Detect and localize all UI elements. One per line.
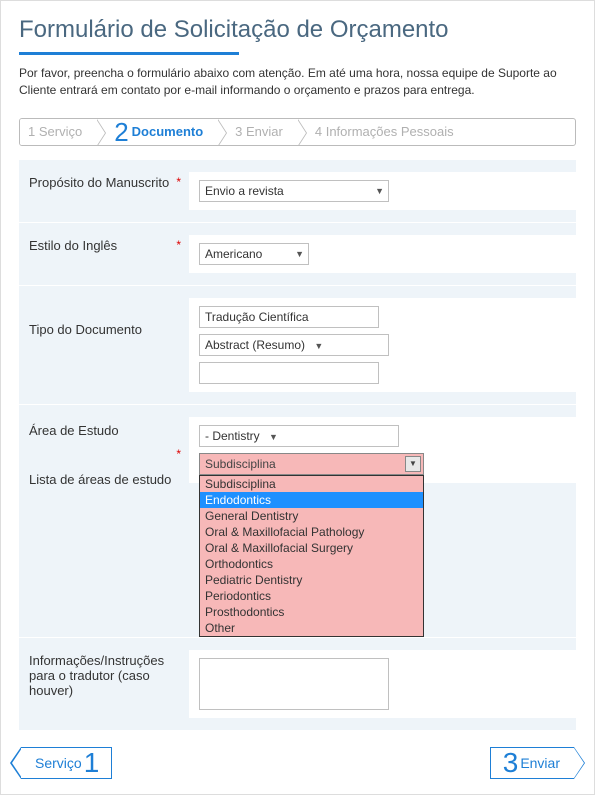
label-instructions-text: Informações/Instruções para o tradutor (… [29,653,164,698]
next-label: Enviar [520,755,560,771]
study-area-select[interactable]: - Dentistry ▼ [199,425,399,447]
chevron-down-icon: ▼ [269,432,278,442]
step-4-label: 4 Informações Pessoais [315,124,454,139]
doc-type-select-value: Abstract (Resumo) [205,338,305,352]
subdiscipline-option[interactable]: Prosthodontics [200,604,423,620]
chevron-down-icon: ▼ [314,341,323,351]
title-underline [19,52,239,55]
row-doc-type: Tipo do Documento Abstract (Resumo) ▼ [19,286,576,405]
required-icon: * [176,238,181,252]
purpose-value: Envio a revista [205,184,284,198]
required-icon: * [176,447,181,461]
subdiscipline-select[interactable]: Subdisciplina ▼ SubdisciplinaEndodontics… [199,453,424,475]
instructions-textarea[interactable] [199,658,389,710]
next-number: 3 [503,749,519,777]
prev-button[interactable]: Serviço 1 [21,747,112,779]
next-button[interactable]: 3 Enviar [490,747,574,779]
intro-text: Por favor, preencha o formulário abaixo … [19,65,576,100]
subdiscipline-option[interactable]: Periodontics [200,588,423,604]
form-body: Propósito do Manuscrito * Envio a revist… [19,160,576,731]
subdiscipline-option[interactable]: Oral & Maxillofacial Surgery [200,540,423,556]
label-study-area: Área de Estudo * Lista de áreas de estud… [19,417,189,487]
row-instructions: Informações/Instruções para o tradutor (… [19,638,576,731]
step-3[interactable]: 3 Enviar [217,119,297,145]
step-1[interactable]: 1 Serviço [20,119,96,145]
label-doc-type: Tipo do Documento [19,298,189,337]
step-2-number: 2 [114,119,128,145]
label-purpose-text: Propósito do Manuscrito [29,175,169,190]
english-style-select[interactable]: Americano ▼ [199,243,309,265]
prev-number: 1 [84,749,100,777]
step-2[interactable]: 2 Documento [96,119,217,145]
doc-type-extra-input[interactable] [199,362,379,384]
label-english-style-text: Estilo do Inglês [29,238,117,253]
doc-type-text-input[interactable] [199,306,379,328]
page-title: Formulário de Solicitação de Orçamento [19,16,576,44]
step-indicator: 1 Serviço 2 Documento 3 Enviar 4 Informa… [19,118,576,146]
subdiscipline-option[interactable]: General Dentistry [200,508,423,524]
subdiscipline-selected: Subdisciplina [205,457,276,471]
row-english-style: Estilo do Inglês * Americano ▼ [19,223,576,286]
step-4[interactable]: 4 Informações Pessoais [297,119,468,145]
prev-label: Serviço [35,755,82,771]
required-icon: * [176,175,181,189]
label-purpose: Propósito do Manuscrito * [19,172,189,190]
label-doc-type-text: Tipo do Documento [29,322,142,337]
chevron-down-icon: ▼ [295,249,304,259]
subdiscipline-option[interactable]: Oral & Maxillofacial Pathology [200,524,423,540]
subdiscipline-option[interactable]: Orthodontics [200,556,423,572]
label-study-list: Lista de áreas de estudo [29,472,189,487]
chevron-down-icon: ▼ [375,186,384,196]
subdiscipline-option[interactable]: Pediatric Dentistry [200,572,423,588]
chevron-down-icon[interactable]: ▼ [405,456,421,472]
step-3-label: 3 Enviar [235,124,283,139]
step-1-label: 1 Serviço [28,124,82,139]
study-area-value: - Dentistry [205,429,260,443]
english-style-value: Americano [205,247,262,261]
row-study-area: Área de Estudo * Lista de áreas de estud… [19,405,576,638]
row-purpose: Propósito do Manuscrito * Envio a revist… [19,160,576,223]
purpose-select[interactable]: Envio a revista ▼ [199,180,389,202]
doc-type-select[interactable]: Abstract (Resumo) ▼ [199,334,389,356]
subdiscipline-option[interactable]: Endodontics [200,492,423,508]
label-study-area-text: Área de Estudo [29,423,119,438]
subdiscipline-option[interactable]: Subdisciplina [200,476,423,492]
nav-bar: Serviço 1 3 Enviar [19,747,576,779]
label-instructions: Informações/Instruções para o tradutor (… [19,650,189,698]
label-english-style: Estilo do Inglês * [19,235,189,253]
step-2-label: Documento [132,124,204,139]
subdiscipline-dropdown[interactable]: SubdisciplinaEndodonticsGeneral Dentistr… [199,475,424,637]
subdiscipline-option[interactable]: Other [200,620,423,636]
